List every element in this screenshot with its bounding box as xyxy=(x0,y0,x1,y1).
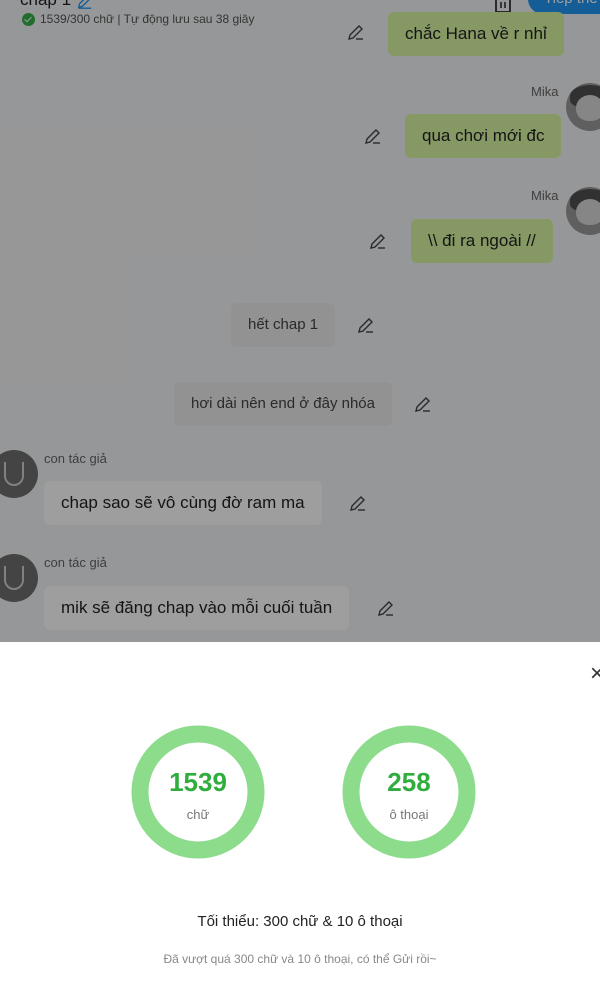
narration-bubble[interactable]: hơi dài nên end ở đây nhóa xyxy=(174,382,392,426)
edit-pencil-icon[interactable] xyxy=(363,126,383,146)
dialogue-count-value: 258 xyxy=(387,767,431,797)
speaker-name: Mika xyxy=(531,84,559,99)
dialogue-count-label: ô thoại xyxy=(389,807,429,822)
message-bubble[interactable]: chap sao sẽ vô cùng đờ ram ma xyxy=(44,481,322,525)
save-status: 1539/300 chữ | Tự động lưu sau 38 giây xyxy=(22,12,254,26)
stats-sheet: × 1539 chữ 258 ô thoại Tối thiểu: 300 ch… xyxy=(0,642,600,1006)
edit-pencil-icon[interactable] xyxy=(368,231,388,251)
close-icon[interactable]: × xyxy=(590,662,600,686)
edit-pencil-icon[interactable] xyxy=(356,315,376,335)
word-count-status: 1539/300 chữ | Tự động lưu sau 38 giây xyxy=(40,12,255,26)
message-bubble[interactable]: qua chơi mới đc xyxy=(405,114,562,158)
avatar[interactable] xyxy=(566,187,600,235)
avatar[interactable] xyxy=(0,450,38,498)
speaker-name: Mika xyxy=(531,188,559,203)
speaker-name: con tác giả xyxy=(44,555,107,570)
chapter-title[interactable]: chap 1 xyxy=(20,0,71,10)
chat-area: chap 1 1539/300 chữ | Tự động lưu sau 38… xyxy=(0,0,600,642)
avatar[interactable] xyxy=(566,83,600,131)
edit-pencil-icon[interactable] xyxy=(348,493,368,513)
submit-note: Đã vượt quá 300 chữ và 10 ô thoại, có th… xyxy=(163,952,437,966)
message-bubble[interactable]: \\ đi ra ngoài // xyxy=(411,219,553,263)
narration-bubble[interactable]: hết chap 1 xyxy=(231,303,336,347)
speaker-name: con tác giả xyxy=(44,451,107,466)
check-icon xyxy=(22,12,35,26)
word-count-value: 1539 xyxy=(169,767,227,797)
avatar[interactable] xyxy=(0,554,38,602)
dialogue-count-ring: 258 ô thoại xyxy=(342,725,476,859)
edit-pencil-icon[interactable] xyxy=(376,598,396,618)
word-count-ring: 1539 chữ xyxy=(131,725,265,859)
edit-pencil-icon[interactable] xyxy=(413,394,433,414)
pencil-icon[interactable] xyxy=(76,0,94,10)
message-bubble[interactable]: mik sẽ đăng chap vào mỗi cuối tuần xyxy=(44,586,350,630)
edit-pencil-icon[interactable] xyxy=(346,22,366,42)
word-count-label: chữ xyxy=(186,807,210,822)
message-bubble[interactable]: chắc Hana về r nhỉ xyxy=(388,12,564,56)
minimum-requirement: Tối thiểu: 300 chữ & 10 ô thoại xyxy=(197,913,403,930)
